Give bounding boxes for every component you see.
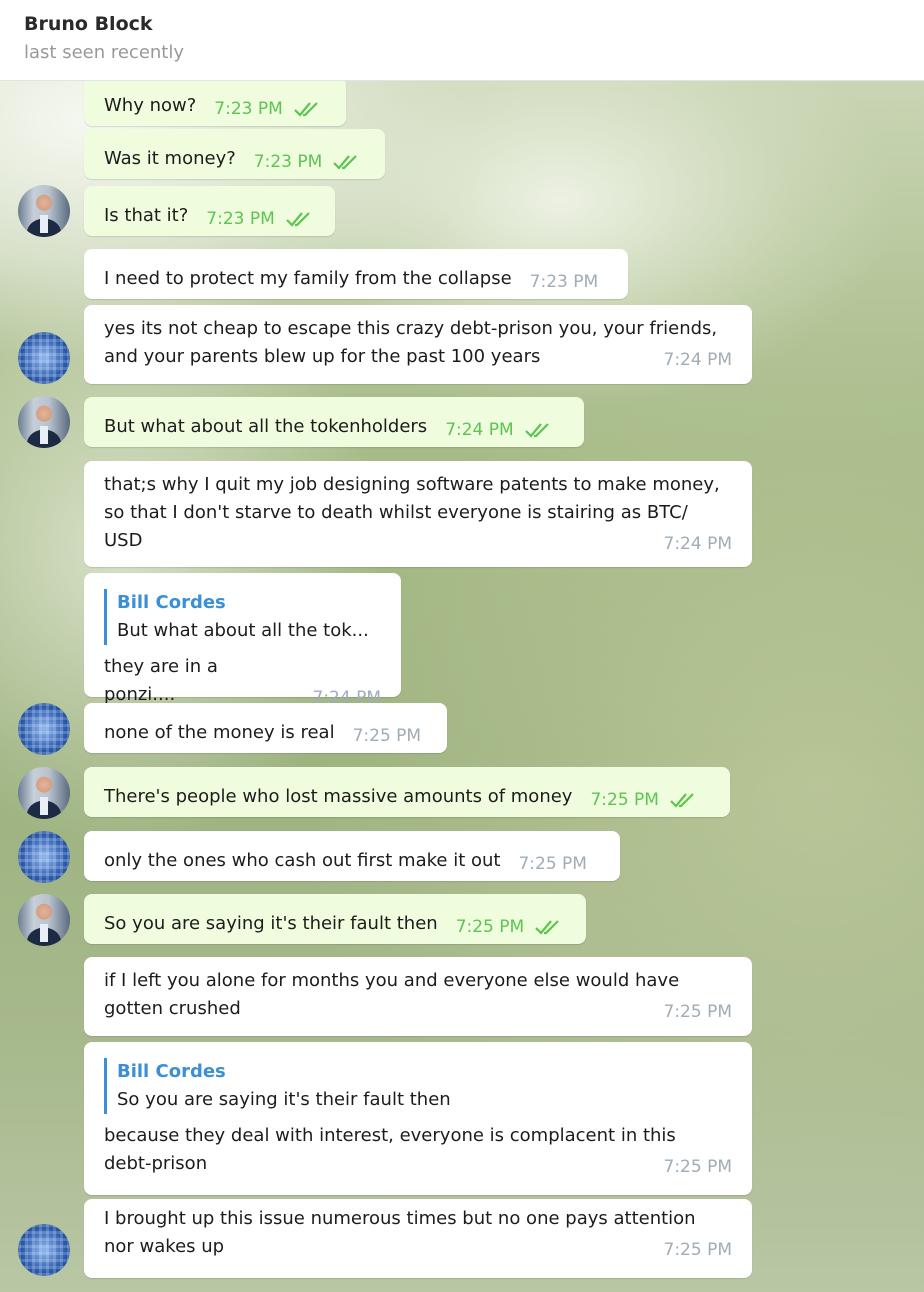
message-bubble-incoming[interactable]: I need to protect my family from the col… — [84, 249, 628, 299]
message-time: 7:25 PM — [352, 726, 422, 746]
avatar-bruno[interactable] — [18, 703, 70, 755]
message-text: I need to protect my family from the col… — [104, 268, 512, 289]
message-bubble-incoming[interactable]: yes its not cheap to escape this crazy d… — [84, 305, 752, 384]
message-meta: 7:23 PM — [206, 208, 315, 230]
message-meta: 7:24 PM — [445, 419, 554, 441]
message-time: 7:25 PM — [455, 917, 525, 937]
avatar-bill[interactable] — [18, 767, 70, 819]
avatar-bill[interactable] — [18, 185, 70, 237]
message-time: 7:23 PM — [529, 272, 599, 292]
message-text: they are in a ponzi.... — [104, 656, 224, 705]
message-meta: 7:25 PM — [590, 789, 699, 811]
message-time: 7:23 PM — [206, 209, 275, 229]
message-meta: 7:25 PM — [456, 916, 565, 938]
reply-quote-text: So you are saying it's their fault then — [117, 1089, 451, 1110]
message-text: Why now? — [104, 95, 197, 116]
message-text: only the ones who cash out first make it… — [104, 850, 501, 871]
message-list[interactable]: Why now? 7:23 PM Was it money? 7:23 PM I… — [0, 81, 924, 1292]
message-meta: 7:23 PM — [254, 151, 363, 173]
reply-quote[interactable]: Bill Cordes But what about all the tok..… — [104, 589, 381, 645]
message-time: 7:24 PM — [663, 534, 733, 554]
message-bubble-incoming[interactable]: only the ones who cash out first make it… — [84, 831, 620, 881]
reply-quote-author: Bill Cordes — [117, 1061, 226, 1082]
message-time: 7:23 PM — [253, 152, 323, 172]
avatar-bruno[interactable] — [18, 332, 70, 384]
reply-quote-text: But what about all the tok... — [117, 620, 369, 641]
message-bubble-incoming[interactable]: I brought up this issue numerous times b… — [84, 1199, 752, 1278]
message-bubble-incoming[interactable]: if I left you alone for months you and e… — [84, 957, 752, 1036]
message-bubble-outgoing[interactable]: Is that it? 7:23 PM — [84, 186, 335, 236]
double-check-icon — [524, 422, 554, 438]
double-check-icon — [534, 919, 564, 935]
message-time: 7:23 PM — [214, 99, 283, 119]
message-time: 7:24 PM — [445, 420, 514, 440]
avatar-bruno[interactable] — [18, 831, 70, 883]
message-bubble-outgoing[interactable]: But what about all the tokenholders 7:24… — [84, 397, 584, 447]
message-time: 7:25 PM — [518, 854, 587, 874]
double-check-icon — [285, 211, 315, 227]
contact-status: last seen recently — [24, 42, 185, 63]
chat-header[interactable]: Bruno Block last seen recently — [0, 0, 924, 81]
message-time: 7:25 PM — [590, 790, 659, 810]
message-text: Is that it? — [104, 205, 189, 226]
avatar-bruno[interactable] — [18, 1224, 70, 1276]
avatar-bill[interactable] — [18, 894, 70, 946]
message-text: none of the money is real — [104, 722, 335, 743]
message-bubble-outgoing[interactable]: So you are saying it's their fault then … — [84, 894, 586, 944]
double-check-icon — [332, 154, 362, 170]
double-check-icon — [293, 101, 323, 117]
message-text: So you are saying it's their fault then — [104, 913, 438, 934]
message-meta: 7:23 PM — [214, 98, 323, 120]
message-bubble-outgoing[interactable]: Why now? 7:23 PM — [84, 81, 346, 126]
message-bubble-outgoing[interactable]: There's people who lost massive amounts … — [84, 767, 730, 817]
contact-name[interactable]: Bruno Block — [24, 12, 900, 36]
avatar-bill[interactable] — [18, 396, 70, 448]
message-text: But what about all the tokenholders — [104, 416, 428, 437]
reply-quote-author: Bill Cordes — [117, 592, 226, 613]
message-bubble-incoming-reply[interactable]: Bill Cordes But what about all the tok..… — [84, 573, 401, 708]
double-check-icon — [669, 792, 699, 808]
message-text: Was it money? — [104, 148, 236, 169]
reply-quote[interactable]: Bill Cordes So you are saying it's their… — [104, 1058, 732, 1114]
message-bubble-incoming[interactable]: that;s why I quit my job designing softw… — [84, 461, 752, 567]
message-bubble-outgoing[interactable]: Was it money? 7:23 PM — [84, 129, 385, 179]
message-bubble-incoming[interactable]: none of the money is real 7:25 PM — [84, 703, 447, 753]
message-bubble-incoming-reply[interactable]: Bill Cordes So you are saying it's their… — [84, 1042, 752, 1195]
message-text: There's people who lost massive amounts … — [104, 786, 573, 807]
